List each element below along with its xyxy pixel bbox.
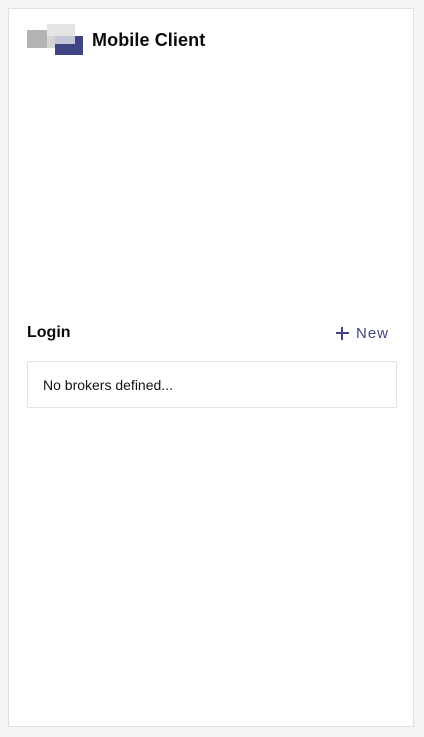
app-frame: Mobile Client Login New No brokers defin… [8, 8, 414, 727]
app-logo-icon [27, 24, 83, 56]
login-title: Login [27, 324, 71, 341]
app-header: Mobile Client [27, 23, 205, 57]
new-broker-label: New [355, 324, 389, 342]
empty-brokers-message: No brokers defined... [43, 376, 173, 393]
app-title: Mobile Client [92, 29, 206, 50]
login-section-header: Login New [27, 321, 397, 345]
plus-icon [335, 326, 349, 340]
new-broker-button[interactable]: New [332, 323, 397, 344]
brokers-list-empty: No brokers defined... [27, 361, 397, 408]
